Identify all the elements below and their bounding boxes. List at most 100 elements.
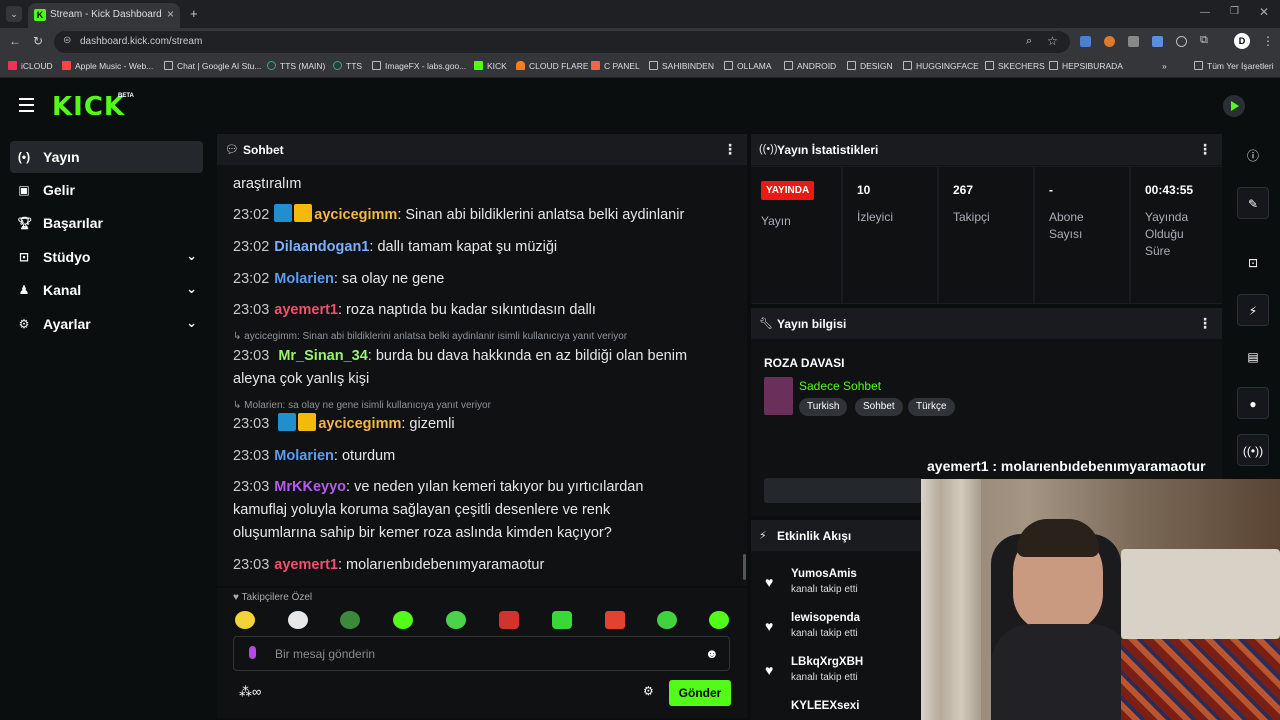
username[interactable]: aycicegimm <box>318 416 401 432</box>
profile-avatar[interactable]: D <box>1234 33 1250 49</box>
bookmark-item[interactable]: Chat | Google AI Stu... <box>164 61 261 71</box>
window-close-icon[interactable]: ✕ <box>1259 5 1269 19</box>
emote-icon[interactable] <box>393 611 413 629</box>
activity-item: ♥ YumosAmis kanalı takip etti <box>765 568 915 598</box>
username[interactable]: ayemert1 <box>274 557 338 573</box>
username[interactable]: ayemert1 <box>274 302 338 318</box>
bookmark-folder[interactable]: ANDROID <box>784 61 836 71</box>
bookmark-item[interactable]: TTS <box>333 61 362 71</box>
emote-icon[interactable] <box>605 611 625 629</box>
username[interactable]: Dilaandogan1 <box>274 239 369 255</box>
url-field[interactable]: dashboard.kick.com/stream ⊜ ⌕ ☆ <box>54 31 1070 53</box>
stat-label: Yayında Olduğu Süre <box>1145 210 1189 258</box>
tag-chip[interactable]: Turkish <box>799 398 848 416</box>
bookmark-item[interactable]: ImageFX - labs.goo... <box>372 61 466 71</box>
emote-icon[interactable] <box>235 611 255 629</box>
lightning-icon[interactable]: ⚡︎ <box>1237 294 1269 326</box>
all-bookmarks-folder[interactable]: Tüm Yer İşaretleri <box>1194 61 1274 71</box>
hamburger-menu-icon[interactable] <box>19 98 34 112</box>
activity-user[interactable]: LBkqXrgXBH <box>791 656 863 668</box>
username[interactable]: Mr_Sinan_34 <box>278 348 367 364</box>
bookmark-item[interactable]: CLOUD FLARE <box>516 61 589 71</box>
bookmark-folder[interactable]: HUGGINGFACE <box>903 61 979 71</box>
more-options-icon[interactable]: ⋮ <box>723 141 737 158</box>
sidebar-item-yayin[interactable]: (•) Yayın <box>10 141 203 173</box>
extension-icon[interactable] <box>1080 36 1091 47</box>
username[interactable]: Molarien <box>274 271 334 287</box>
bookmark-item[interactable]: C PANEL <box>591 61 640 71</box>
chat-messages[interactable]: araştıralım 23:02 aycicegimm: Sinan abi b… <box>217 166 747 586</box>
emote-icon[interactable] <box>288 611 308 629</box>
username[interactable]: aycicegimm <box>314 207 397 223</box>
username[interactable]: Molarien <box>274 448 334 464</box>
window-minimize-icon[interactable]: — <box>1200 7 1210 18</box>
extension-icon[interactable] <box>1152 36 1163 47</box>
new-tab-button[interactable]: + <box>190 6 198 21</box>
bookmark-item[interactable]: iCLOUD <box>8 61 53 71</box>
tag-chip[interactable]: Sohbet <box>855 398 903 416</box>
zoom-icon[interactable]: ⌕ <box>1026 35 1032 48</box>
chat-bubble-icon[interactable]: ● <box>1237 387 1269 419</box>
microphone-icon[interactable] <box>249 646 256 659</box>
bookmark-item[interactable]: Apple Music - Web... <box>62 61 153 71</box>
activity-user[interactable]: YumosAmis <box>791 568 857 580</box>
sidebar-item-ayarlar[interactable]: ⚙ Ayarlar ⌄ <box>10 308 203 340</box>
document-icon[interactable]: ▤ <box>1237 341 1269 373</box>
bookmark-item[interactable]: TTS (MAIN) <box>267 61 325 71</box>
sidebar-item-basarilar[interactable]: 🏆︎ Başarılar <box>10 207 203 239</box>
activity-user[interactable]: lewisopenda <box>791 612 860 624</box>
emote-icon[interactable] <box>552 611 572 629</box>
message-input[interactable]: Bir mesaj gönderin ☻ <box>233 636 730 671</box>
chat-scrollbar[interactable] <box>743 554 746 580</box>
category-link[interactable]: Sadece Sohbet <box>799 379 881 393</box>
more-options-icon[interactable]: ⋮ <box>1198 315 1212 332</box>
sidebar-item-studyo[interactable]: ⊡ Stüdyo ⌄ <box>10 241 203 273</box>
emote-icon[interactable] <box>446 611 466 629</box>
reload-icon[interactable]: ↻ <box>33 34 43 48</box>
stat-value: - <box>1049 183 1053 197</box>
close-tab-icon[interactable]: × <box>167 7 174 21</box>
bookmark-star-icon[interactable]: ☆ <box>1047 34 1058 48</box>
bookmark-folder[interactable]: HEPSIBURADA <box>1049 61 1123 71</box>
emote-icon[interactable] <box>499 611 519 629</box>
send-button[interactable]: Gönder <box>669 680 731 706</box>
chat-message: 23:03 MrKKeyyo: ve neden yılan kemeri tak… <box>233 479 644 541</box>
browser-tab[interactable]: K Stream - Kick Dashboard × <box>28 3 180 28</box>
more-options-icon[interactable]: ⋮ <box>1198 141 1212 158</box>
broadcast-icon[interactable]: ((•)) <box>1237 434 1269 466</box>
emote-icon[interactable] <box>657 611 677 629</box>
tag-chip[interactable]: Türkçe <box>908 398 955 416</box>
browser-menu-icon[interactable]: ⋮ <box>1262 34 1274 48</box>
capture-icon[interactable]: ⊡ <box>1237 247 1269 279</box>
emote-icon[interactable] <box>340 611 360 629</box>
chat-settings-icon[interactable]: ⚙ <box>643 684 654 698</box>
window-restore-icon[interactable]: ❐ <box>1230 6 1239 17</box>
edit-icon[interactable]: ✎ <box>1237 187 1269 219</box>
bookmark-folder[interactable]: SAHIBINDEN <box>649 61 714 71</box>
bookmark-folder[interactable]: DESIGN <box>847 61 893 71</box>
kick-app-icon[interactable] <box>1223 95 1245 117</box>
back-icon[interactable]: ← <box>9 34 21 48</box>
bookmark-folder[interactable]: OLLAMA <box>724 61 772 71</box>
extension-icon[interactable] <box>1176 36 1187 47</box>
bookmark-item[interactable]: KICK <box>474 61 507 71</box>
emote-icon[interactable] <box>709 611 729 629</box>
chat-commands-icon[interactable]: ⁂∞ <box>239 684 261 700</box>
tab-search-icon[interactable]: ⌄ <box>6 6 22 22</box>
sidebar-item-gelir[interactable]: ▣ Gelir <box>10 174 203 206</box>
emoji-icon[interactable]: ☻ <box>705 646 719 661</box>
bookmark-folder[interactable]: SKECHERS <box>985 61 1045 71</box>
category-thumbnail[interactable] <box>764 377 793 415</box>
more-bookmarks-icon[interactable]: » <box>1162 61 1167 71</box>
sidebar-item-kanal[interactable]: ♟ Kanal ⌄ <box>10 274 203 306</box>
reply-context[interactable]: ↳ aycicegimm: Sinan abi bildiklerini anl… <box>233 331 627 342</box>
site-info-icon[interactable]: ⊜ <box>63 35 71 46</box>
info-icon[interactable]: ⓘ <box>1237 140 1269 172</box>
kick-logo[interactable]: KICK <box>52 92 125 122</box>
reply-context[interactable]: ↳ Molarien: sa olay ne gene isimli kulla… <box>233 400 491 411</box>
extension-icon[interactable] <box>1128 36 1139 47</box>
extension-icon[interactable] <box>1104 36 1115 47</box>
username[interactable]: MrKKeyyo <box>274 479 346 495</box>
activity-user[interactable]: KYLEEXsexi <box>791 700 859 712</box>
extensions-puzzle-icon[interactable]: ⧉ <box>1200 34 1208 47</box>
